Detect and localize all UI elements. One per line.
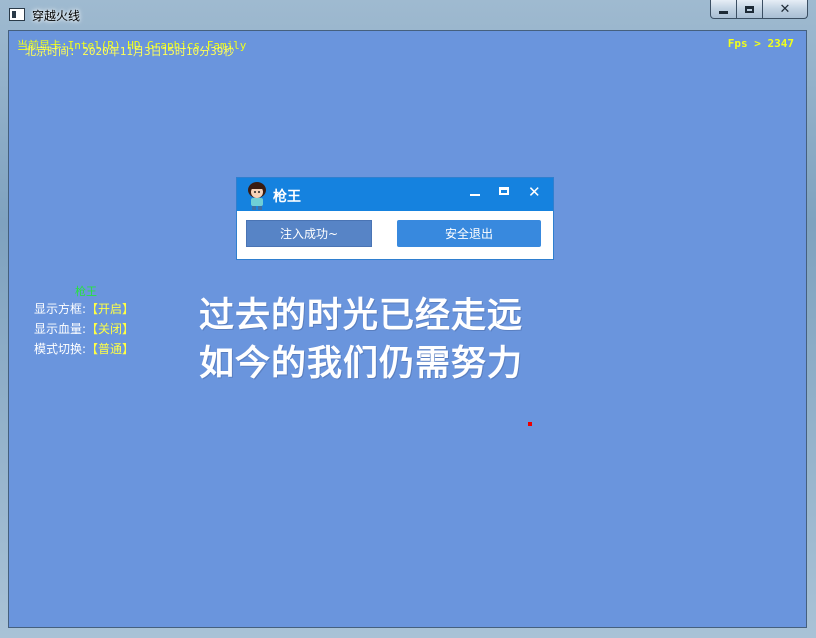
close-icon: ✕ (779, 1, 791, 17)
poem-line-2: 如今的我们仍需努力 (199, 344, 524, 384)
close-button[interactable]: ✕ (763, 0, 808, 19)
window-frame: 穿越火线 ✕ 当前显卡:Intel(R) HD Graphics Family … (0, 0, 816, 638)
injector-dialog: 枪王 ✕ 注入成功~ 安全退出 (236, 177, 554, 260)
window-titlebar[interactable]: 穿越火线 ✕ (0, 0, 816, 30)
crosshair-dot (528, 422, 532, 426)
menu-item-label: 模式切换: (34, 342, 87, 356)
hud-beijing-time: 北京时间: 2020年11月3日15时10分39秒 (25, 45, 235, 58)
game-viewport[interactable]: 当前显卡:Intel(R) HD Graphics Family 北京时间: 2… (8, 30, 807, 628)
menu-item-label: 显示方框: (34, 302, 87, 316)
menu-item-value: 【普通】 (86, 342, 135, 356)
app-window-icon[interactable] (9, 8, 25, 21)
poem-line-1: 过去的时光已经走远 (199, 296, 524, 336)
hud-fps-counter: Fps > 2347 (727, 37, 794, 50)
window-bottom-border (8, 628, 807, 638)
maximize-button[interactable] (737, 0, 763, 19)
window-controls: ✕ (710, 0, 808, 20)
dialog-maximize-icon[interactable] (499, 187, 509, 195)
menu-item-show-health[interactable]: 显示血量:【关闭】 (34, 320, 134, 337)
minimize-button[interactable] (710, 0, 737, 19)
inject-button[interactable]: 注入成功~ (246, 220, 372, 247)
menu-item-show-box[interactable]: 显示方框:【开启】 (34, 300, 134, 317)
cheat-menu-title: 枪王 (75, 285, 97, 298)
safe-exit-button[interactable]: 安全退出 (397, 220, 541, 247)
menu-item-label: 显示血量: (34, 322, 87, 336)
menu-item-mode-switch[interactable]: 模式切换:【普通】 (34, 340, 134, 357)
maximize-icon (745, 5, 754, 13)
avatar-icon (248, 182, 266, 210)
menu-item-value: 【开启】 (86, 302, 135, 316)
menu-item-value: 【关闭】 (86, 322, 135, 336)
dialog-minimize-icon[interactable] (470, 194, 480, 196)
dialog-header[interactable]: 枪王 ✕ (237, 178, 553, 211)
window-title: 穿越火线 (32, 9, 81, 23)
dialog-title: 枪王 (273, 189, 301, 205)
dialog-close-icon[interactable]: ✕ (528, 183, 541, 201)
minimize-icon (719, 10, 728, 14)
